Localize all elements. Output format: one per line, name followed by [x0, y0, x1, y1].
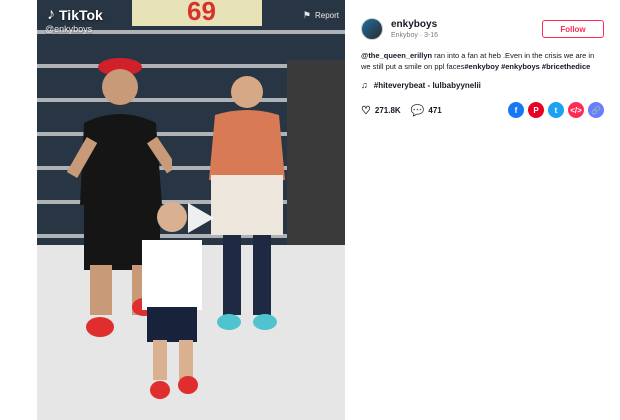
tiktok-logo-text: TikTok [59, 7, 103, 23]
embed-icon[interactable]: </> [568, 102, 584, 118]
comment-icon: 💬 [410, 104, 425, 117]
tiktok-note-icon: ♪ [47, 6, 55, 23]
price-sign-number: 69 [187, 0, 216, 26]
author-row: enkyboys Enkyboy · 3-16 Follow [361, 18, 604, 40]
author-subtitle: Enkyboy · 3-16 [391, 32, 439, 39]
heart-icon: ♡ [361, 104, 371, 117]
share-buttons: f P t </> 🔗 [508, 102, 604, 118]
engagement-stats: ♡ 271.8K 💬 471 [361, 104, 442, 117]
facebook-icon[interactable]: f [508, 102, 524, 118]
author-name[interactable]: enkyboys [391, 19, 438, 30]
follow-button[interactable]: Follow [542, 20, 604, 38]
tiktok-logo: ♪ TikTok [47, 6, 103, 24]
link-icon[interactable]: 🔗 [588, 102, 604, 118]
pinterest-icon[interactable]: P [528, 102, 544, 118]
likes-stat[interactable]: ♡ 271.8K [361, 104, 401, 117]
twitter-icon[interactable]: t [548, 102, 564, 118]
video-caption: @the_queen_erillyn ran into a fan at heb… [361, 50, 604, 72]
video-handle-overlay: @enkyboys [45, 24, 93, 34]
info-panel: enkyboys Enkyboy · 3-16 Follow @the_quee… [345, 0, 620, 420]
music-note-icon: ♫ [361, 80, 368, 90]
music-title[interactable]: #hiteverybeat - lulbabyynelii [374, 81, 481, 90]
author-info[interactable]: enkyboys Enkyboy · 3-16 [361, 18, 438, 40]
caption-mention[interactable]: @the_queen_erillyn [361, 51, 432, 60]
report-button[interactable]: ⚑ Report [303, 10, 339, 21]
video-player[interactable]: 69 ♪ TikTok @enkyboys ⚑ Report [37, 0, 345, 420]
play-icon[interactable] [184, 200, 216, 236]
music-row[interactable]: ♫ #hiteverybeat - lulbabyynelii [361, 80, 604, 90]
stats-row: ♡ 271.8K 💬 471 f P t </> 🔗 [361, 102, 604, 118]
report-label: Report [314, 11, 339, 20]
flag-icon: ⚑ [302, 10, 311, 20]
left-padding [0, 0, 37, 420]
caption-hashtags[interactable]: #enkyboy #enkyboys #bricethedice [464, 62, 590, 71]
comments-count: 471 [428, 105, 442, 115]
avatar[interactable] [361, 18, 383, 40]
likes-count: 271.8K [374, 105, 401, 115]
tiktok-embed: 69 ♪ TikTok @enkyboys ⚑ Report enkyboys … [0, 0, 620, 420]
comments-stat[interactable]: 💬 471 [411, 104, 442, 117]
